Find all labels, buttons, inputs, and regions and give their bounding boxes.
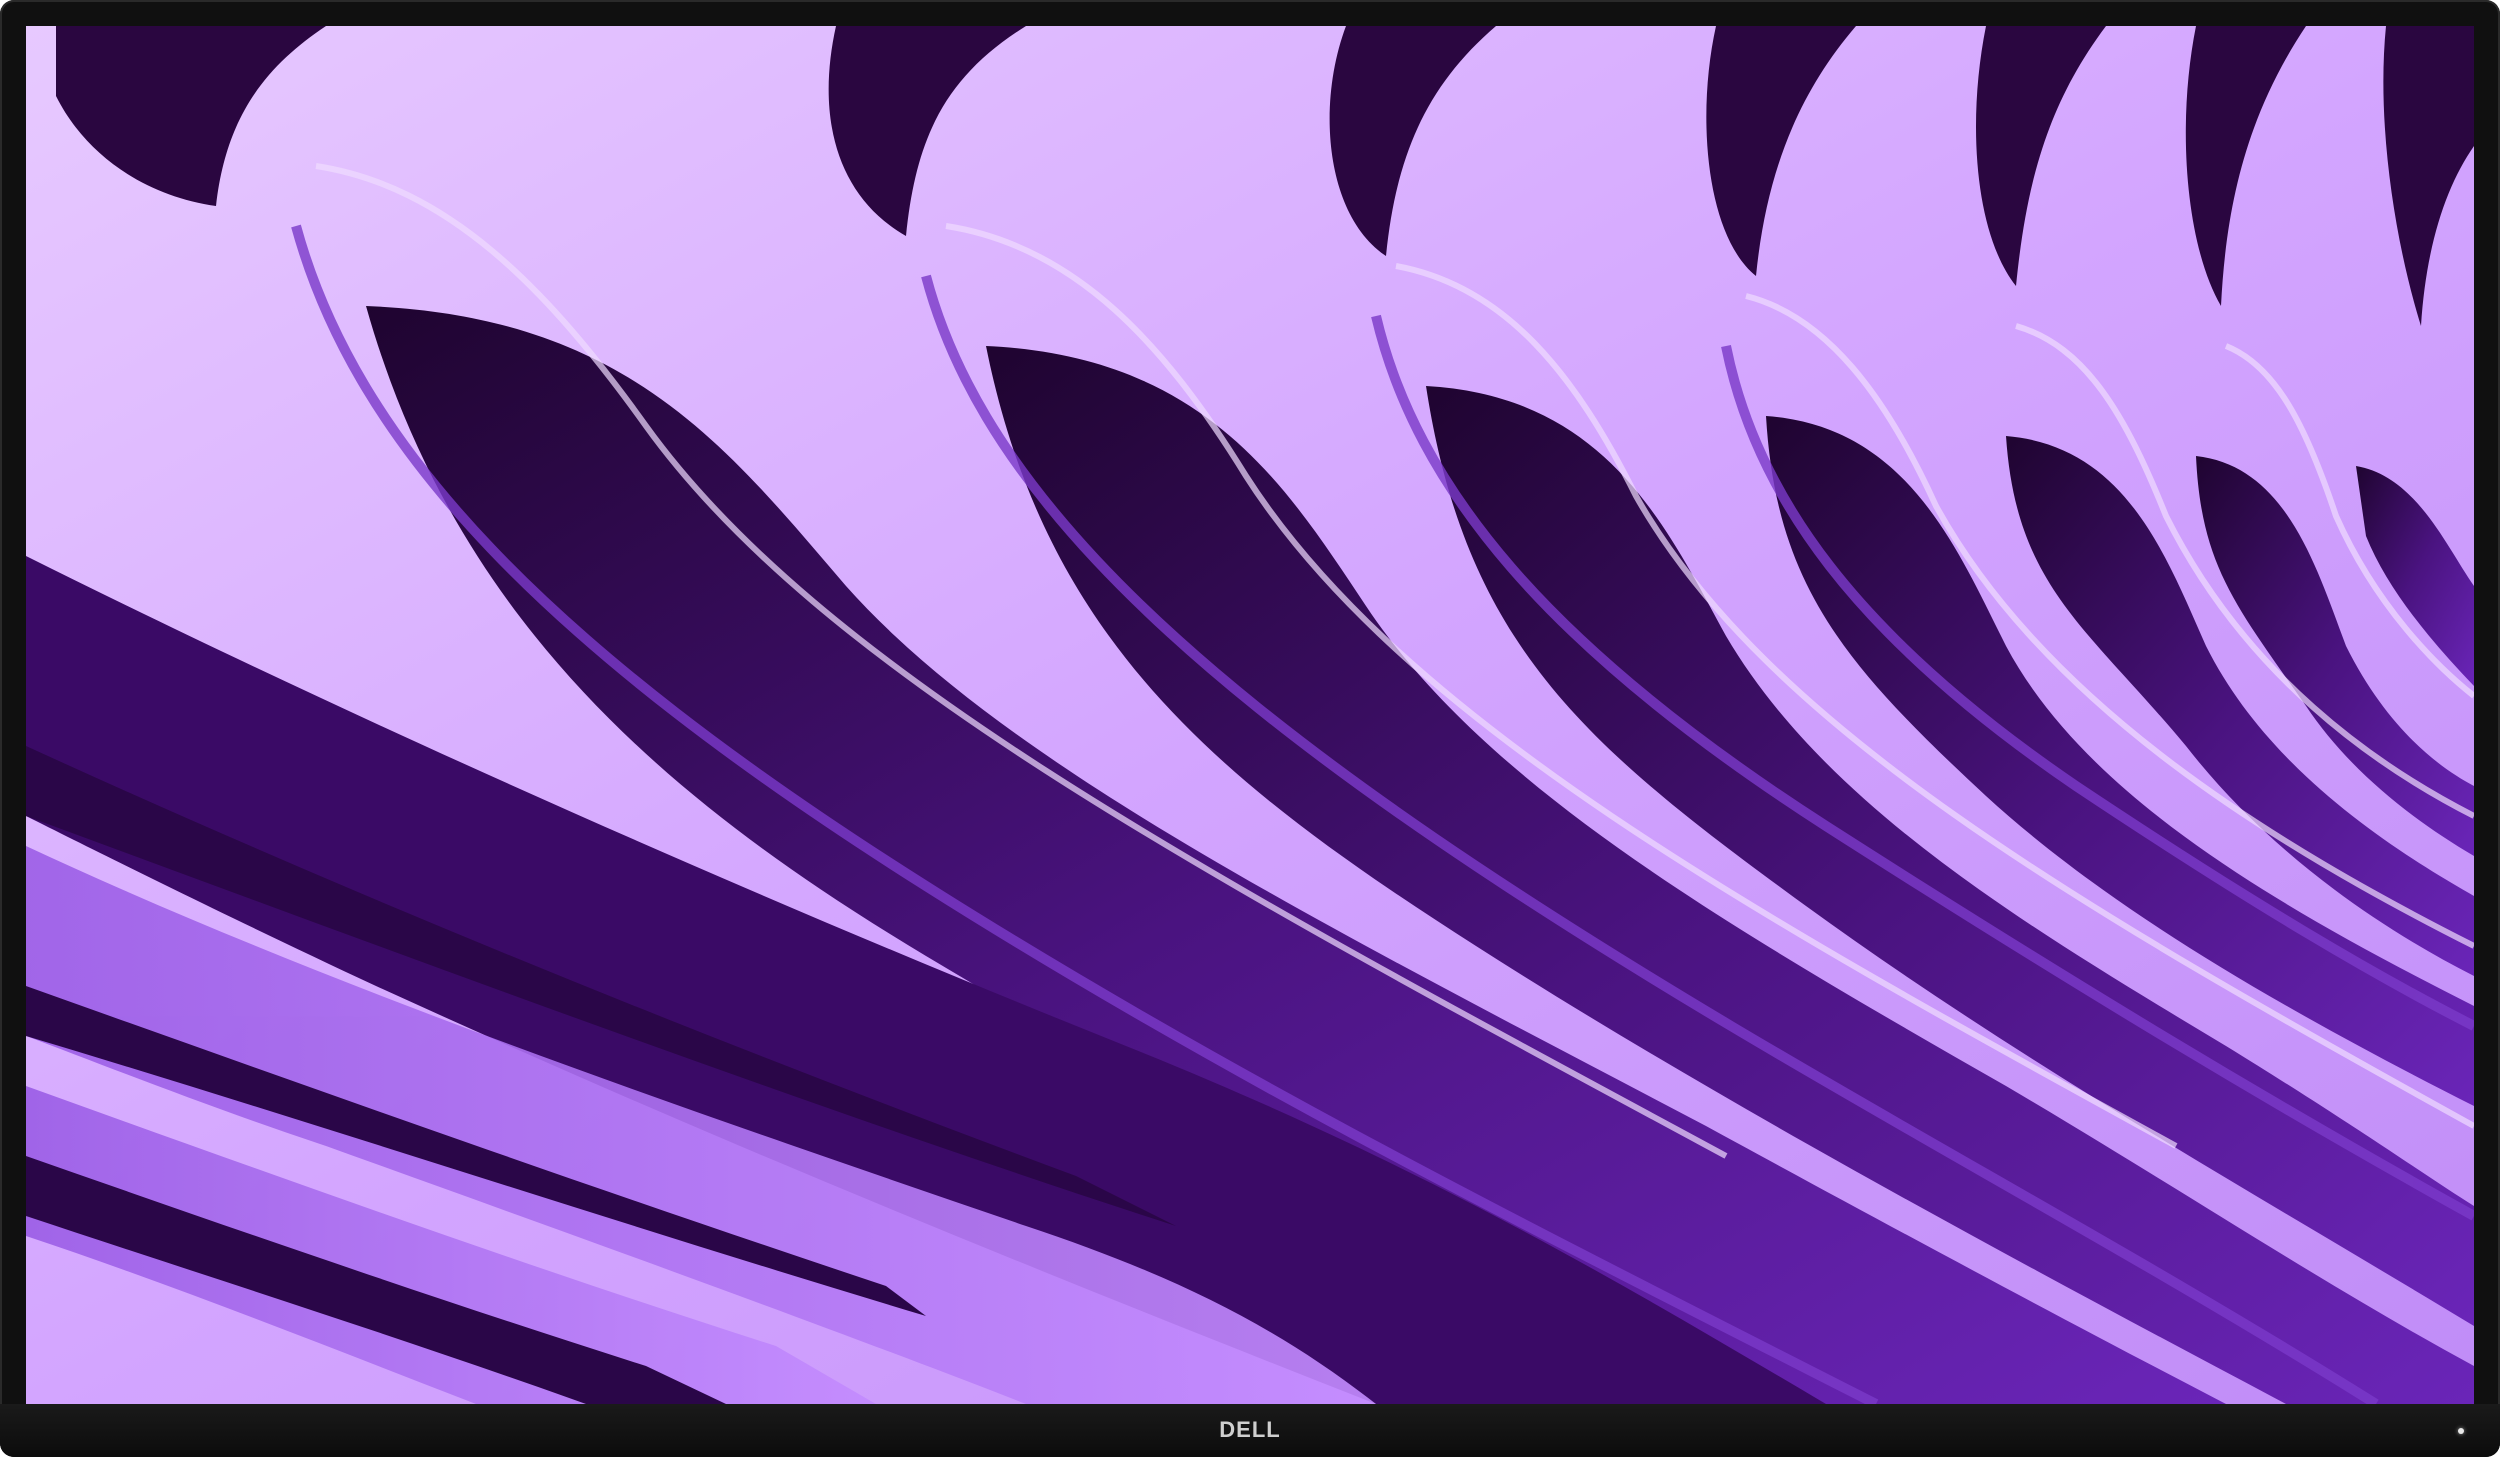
desktop-screen[interactable] [26,26,2474,1404]
dell-logo: DELL [1213,1416,1287,1444]
monitor-frame: DELL [0,0,2500,1457]
abstract-purple-wave-wallpaper [26,26,2474,1404]
power-led-indicator [2458,1428,2464,1434]
dell-logo-text: DELL [1219,1417,1281,1442]
monitor-bottom-bezel: DELL [0,1404,2500,1457]
